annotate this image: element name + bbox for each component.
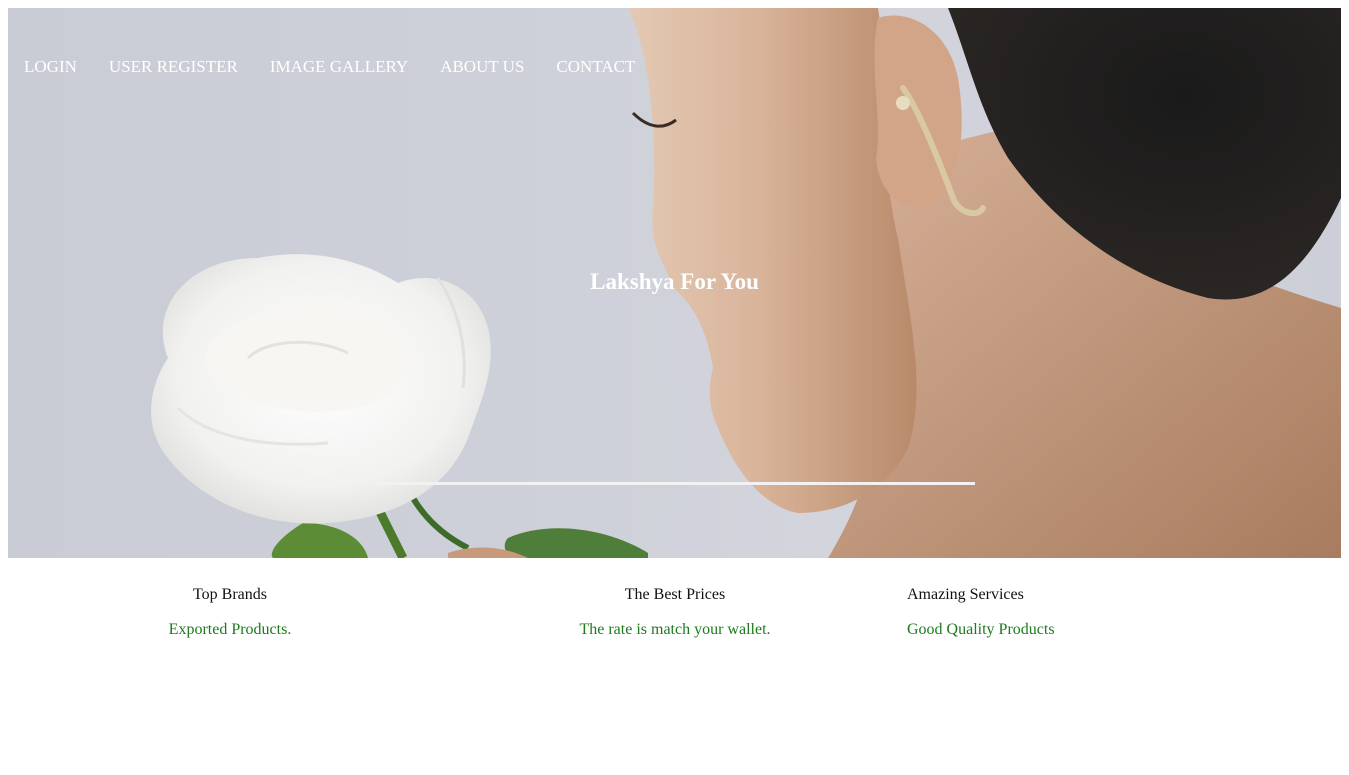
feature-title: Amazing Services bbox=[907, 586, 1024, 603]
nav-login-link[interactable]: LOGIN bbox=[24, 57, 77, 77]
nav-about-us-link[interactable]: ABOUT US bbox=[440, 57, 524, 77]
feature-top-brands: Top Brands Exported Products. bbox=[130, 586, 330, 639]
feature-title: The Best Prices bbox=[624, 586, 726, 603]
feature-best-prices: The Best Prices The rate is match your w… bbox=[525, 586, 825, 639]
hero-divider bbox=[375, 482, 975, 485]
feature-subtitle: The rate is match your wallet. bbox=[579, 621, 771, 638]
hero-banner: LOGIN USER REGISTER IMAGE GALLERY ABOUT … bbox=[8, 8, 1341, 558]
hero-title: Lakshya For You bbox=[590, 269, 759, 294]
feature-amazing-services: Amazing Services Good Quality Products bbox=[907, 586, 1107, 639]
nav-contact-link[interactable]: CONTACT bbox=[556, 57, 635, 77]
feature-title: Top Brands bbox=[193, 586, 267, 603]
nav-image-gallery-link[interactable]: IMAGE GALLERY bbox=[270, 57, 408, 77]
feature-subtitle: Exported Products. bbox=[168, 621, 292, 638]
nav-user-register-link[interactable]: USER REGISTER bbox=[109, 57, 238, 77]
main-navigation: LOGIN USER REGISTER IMAGE GALLERY ABOUT … bbox=[24, 57, 667, 77]
feature-subtitle: Good Quality Products bbox=[907, 621, 1055, 638]
